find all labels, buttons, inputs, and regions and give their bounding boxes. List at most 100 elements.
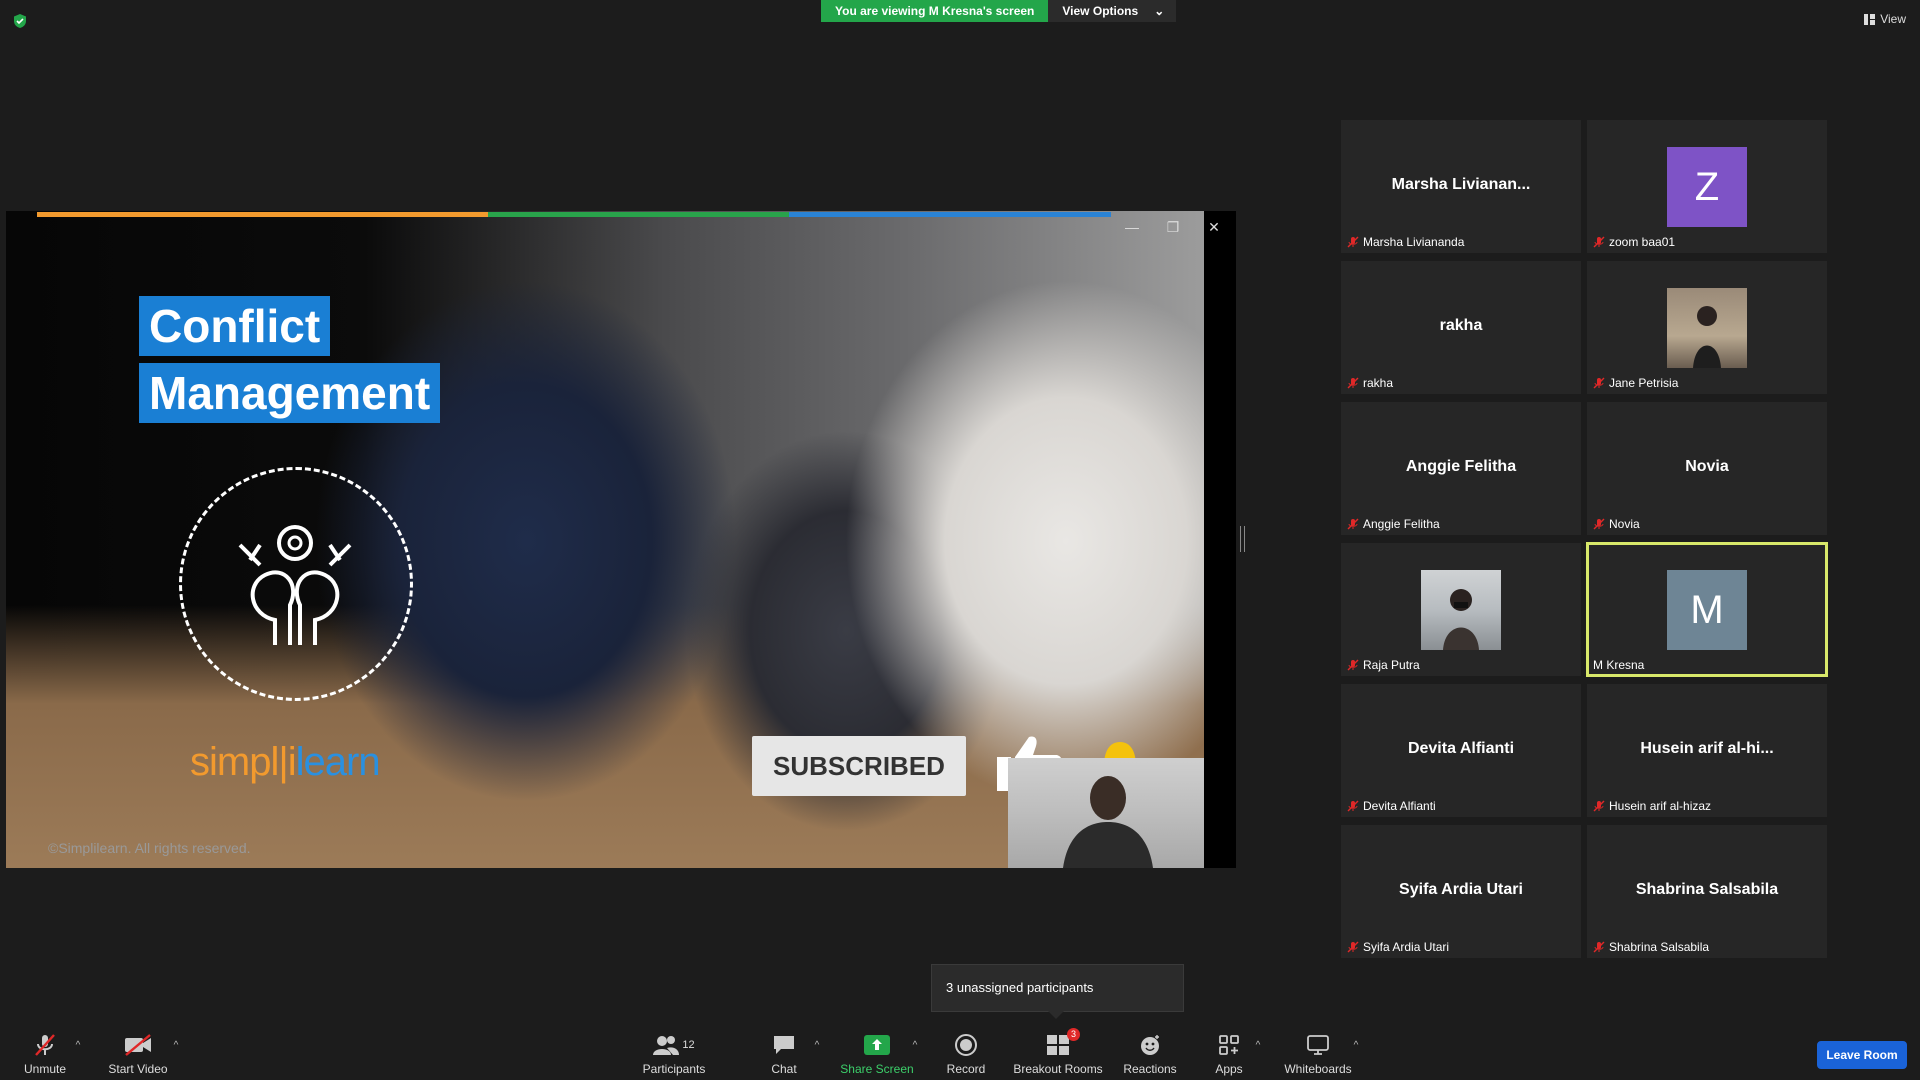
participant-tile[interactable]: Raja Putra (1341, 543, 1581, 676)
leave-room-button[interactable]: Leave Room (1817, 1041, 1907, 1069)
muted-mic-icon (31, 1032, 59, 1058)
muted-mic-icon (1347, 941, 1359, 953)
participant-name-label: M Kresna (1593, 658, 1645, 672)
participant-label: M Kresna (1593, 658, 1644, 672)
video-options-caret[interactable]: ^ (169, 1040, 183, 1051)
participant-name-label: rakha (1363, 376, 1394, 390)
participant-name-label: Jane Petrisia (1609, 376, 1679, 390)
avatar (1421, 570, 1501, 650)
apps-icon (1215, 1032, 1243, 1058)
muted-mic-icon (1593, 800, 1605, 812)
participant-display-name: Novia (1685, 458, 1729, 475)
participant-tile[interactable]: Shabrina Salsabila Shabrina Salsabila (1587, 825, 1827, 958)
apps-button[interactable]: Apps (1212, 1030, 1246, 1076)
participant-display-name: Syifa Ardia Utari (1399, 881, 1523, 898)
muted-mic-icon (1593, 377, 1605, 389)
brand-part1: simpl (190, 740, 279, 784)
record-icon (952, 1032, 980, 1058)
reactions-button[interactable]: Reactions (1122, 1030, 1178, 1076)
view-button[interactable]: View (1864, 12, 1906, 26)
participant-tile[interactable]: rakha rakha (1341, 261, 1581, 394)
panel-resize-handle[interactable] (1240, 526, 1245, 552)
avatar: Z (1667, 147, 1747, 227)
chat-options-caret[interactable]: ^ (810, 1040, 824, 1051)
slide-title-line1: Conflict (139, 296, 331, 356)
view-options-button[interactable]: View Options ⌄ (1048, 0, 1177, 22)
whiteboards-options-caret[interactable]: ^ (1349, 1040, 1363, 1051)
active-speaker-tile[interactable]: M M Kresna (1586, 542, 1828, 677)
breakout-rooms-button[interactable]: 3 Breakout Rooms (1013, 1028, 1103, 1076)
whiteboards-button[interactable]: Whiteboards (1282, 1030, 1354, 1076)
participant-tile[interactable]: Syifa Ardia Utari Syifa Ardia Utari (1341, 825, 1581, 958)
presenter-silhouette-icon (1063, 776, 1153, 868)
participant-label: Marsha Liviananda (1347, 235, 1464, 249)
start-video-button[interactable]: Start Video (104, 1030, 172, 1076)
participant-tile[interactable]: Marsha Livianan... Marsha Liviananda (1341, 120, 1581, 253)
participant-name-label: Syifa Ardia Utari (1363, 940, 1450, 954)
participant-display-name: Marsha Livianan... (1391, 176, 1531, 193)
muted-mic-icon (1347, 377, 1359, 389)
participant-tile[interactable]: Novia Novia (1587, 402, 1827, 535)
participant-name-label: Novia (1609, 517, 1640, 531)
muted-mic-icon (1593, 236, 1605, 248)
apps-options-caret[interactable]: ^ (1251, 1040, 1265, 1051)
record-label: Record (946, 1062, 986, 1076)
participant-label: Novia (1593, 517, 1640, 531)
slide-copyright: ©Simplilearn. All rights reserved. (48, 840, 251, 856)
chat-button[interactable]: Chat (764, 1030, 804, 1076)
breakout-rooms-label: Breakout Rooms (1013, 1062, 1103, 1076)
participant-label: Jane Petrisia (1593, 376, 1678, 390)
participant-tile[interactable]: Anggie Felitha Anggie Felitha (1341, 402, 1581, 535)
participant-name-label: Raja Putra (1363, 658, 1420, 672)
muted-mic-icon (1347, 800, 1359, 812)
view-options-label: View Options (1062, 4, 1139, 18)
participant-label: Husein arif al-hizaz (1593, 799, 1711, 813)
share-screen-label: Share Screen (840, 1062, 914, 1076)
subscribed-overlay: SUBSCRIBED (752, 736, 966, 796)
share-options-caret[interactable]: ^ (908, 1040, 922, 1051)
breakout-badge: 3 (1066, 1028, 1080, 1041)
participant-display-name: Devita Alfianti (1407, 740, 1515, 757)
video-progress-bar (37, 212, 1111, 217)
participants-count: 12 (682, 1039, 695, 1051)
participant-name-label: Marsha Liviananda (1363, 235, 1465, 249)
share-screen-button[interactable]: Share Screen (838, 1030, 916, 1076)
record-button[interactable]: Record (944, 1030, 988, 1076)
participant-label: Devita Alfianti (1347, 799, 1436, 813)
avatar (1667, 288, 1747, 368)
participant-name-label: Shabrina Salsabila (1609, 940, 1710, 954)
restore-icon[interactable]: ❐ (1153, 217, 1193, 237)
participant-tile[interactable]: Z zoom baa01 (1587, 120, 1827, 253)
security-shield-icon[interactable] (12, 13, 28, 29)
participant-display-name: Husein arif al-hi... (1640, 740, 1774, 757)
muted-mic-icon (1347, 518, 1359, 530)
muted-mic-icon (1593, 518, 1605, 530)
whiteboard-icon (1304, 1032, 1332, 1058)
participant-label: Syifa Ardia Utari (1347, 940, 1449, 954)
reactions-label: Reactions (1123, 1062, 1177, 1076)
video-off-icon (124, 1032, 152, 1058)
participants-button[interactable]: 12 Participants (638, 1030, 710, 1076)
participant-tile[interactable]: Jane Petrisia (1587, 261, 1827, 394)
audio-options-caret[interactable]: ^ (71, 1040, 85, 1051)
start-video-label: Start Video (108, 1062, 168, 1076)
minimize-icon[interactable]: — (1112, 217, 1152, 237)
participant-tile[interactable]: Devita Alfianti Devita Alfianti (1341, 684, 1581, 817)
smiley-icon (1136, 1032, 1164, 1058)
simplilearn-logo: simpl|ilearn (190, 740, 381, 784)
participant-label: Anggie Felitha (1347, 517, 1440, 531)
chat-label: Chat (771, 1062, 797, 1076)
slide-title-line2: Management (139, 363, 441, 423)
participant-label: Raja Putra (1347, 658, 1420, 672)
presenter-video-pip (1008, 758, 1204, 868)
unmute-button[interactable]: Unmute (16, 1030, 74, 1076)
close-icon[interactable]: ✕ (1194, 217, 1234, 237)
participant-tile[interactable]: Husein arif al-hi... Husein arif al-hiza… (1587, 684, 1827, 817)
participants-icon: 12 (652, 1032, 696, 1058)
participant-display-name: Shabrina Salsabila (1635, 881, 1779, 898)
participant-name-label: Devita Alfianti (1363, 799, 1436, 813)
profile-photo-icon (1443, 589, 1479, 650)
share-screen-icon (863, 1032, 891, 1058)
unassigned-participants-tooltip: 3 unassigned participants (931, 964, 1184, 1019)
grid-view-icon (1864, 13, 1876, 25)
